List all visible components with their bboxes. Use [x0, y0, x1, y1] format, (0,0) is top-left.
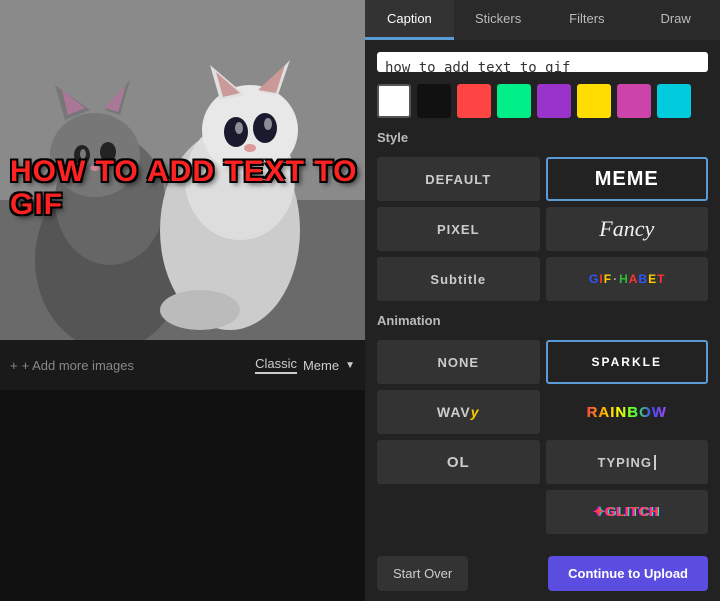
- anim-rainbow-btn[interactable]: RAINBOW: [546, 390, 709, 434]
- tabs-container: Caption Stickers Filters Draw: [365, 0, 720, 40]
- wavy-label: WAVy: [437, 404, 480, 420]
- animation-section-label: Animation: [377, 313, 708, 328]
- anim-ol-btn[interactable]: OL: [377, 440, 540, 484]
- alpha-g: G: [589, 272, 598, 286]
- alpha-h: H: [619, 272, 628, 286]
- anim-wavy-btn[interactable]: WAVy: [377, 390, 540, 434]
- continue-upload-button[interactable]: Continue to Upload: [548, 556, 708, 591]
- alpha-t: T: [657, 272, 664, 286]
- anim-typing-btn[interactable]: TYPING: [546, 440, 709, 484]
- tab-caption[interactable]: Caption: [365, 0, 454, 40]
- style-fancy-btn[interactable]: Fancy: [546, 207, 709, 251]
- color-black[interactable]: [417, 84, 451, 118]
- panel-content: how to add text to gif Style DEFAULT MEM…: [365, 40, 720, 546]
- anim-sparkle-btn[interactable]: SPARKLE: [546, 340, 709, 384]
- gif-preview: HOW TO ADD TEXT TO GIF: [0, 0, 365, 340]
- glitch-label: ✦GLITCH: [594, 504, 660, 520]
- gif-overlay-text: HOW TO ADD TEXT TO GIF: [10, 155, 365, 221]
- start-over-button[interactable]: Start Over: [377, 556, 468, 591]
- style-classic-label[interactable]: Classic: [255, 356, 297, 374]
- style-default-btn[interactable]: DEFAULT: [377, 157, 540, 201]
- alpha-sep: ·: [613, 272, 617, 286]
- alphabet-display: G I F · H A B E T: [589, 272, 664, 286]
- dropdown-arrow-icon[interactable]: ▼: [345, 360, 355, 371]
- color-swatches: [377, 84, 708, 118]
- right-panel: Caption Stickers Filters Draw how to add…: [365, 0, 720, 601]
- color-cyan[interactable]: [657, 84, 691, 118]
- add-more-label: + Add more images: [22, 358, 134, 373]
- style-subtitle-btn[interactable]: Subtitle: [377, 257, 540, 301]
- left-panel: HOW TO ADD TEXT TO GIF + + Add more imag…: [0, 0, 365, 601]
- style-meme-label[interactable]: Meme: [303, 358, 339, 373]
- style-alphabet-btn[interactable]: G I F · H A B E T: [546, 257, 709, 301]
- style-selector[interactable]: Classic Meme ▼: [255, 356, 355, 374]
- color-red[interactable]: [457, 84, 491, 118]
- bottom-bar: + + Add more images Classic Meme ▼: [0, 340, 365, 390]
- alpha-i: I: [599, 272, 602, 286]
- empty-space: [0, 390, 365, 601]
- anim-none-btn[interactable]: NONE: [377, 340, 540, 384]
- color-yellow[interactable]: [577, 84, 611, 118]
- plus-icon: +: [10, 358, 18, 373]
- tab-stickers[interactable]: Stickers: [454, 0, 543, 40]
- color-white[interactable]: [377, 84, 411, 118]
- style-section-label: Style: [377, 130, 708, 145]
- style-meme-btn[interactable]: MEME: [546, 157, 709, 201]
- color-green[interactable]: [497, 84, 531, 118]
- alpha-f: F: [604, 272, 611, 286]
- alpha-b: B: [638, 272, 647, 286]
- animation-grid: NONE SPARKLE WAVy RAINBOW OL TYPING ✦GLI…: [377, 340, 708, 534]
- caption-text-input[interactable]: how to add text to gif: [377, 52, 708, 72]
- alpha-a: A: [629, 272, 638, 286]
- rainbow-label: RAINBOW: [587, 404, 667, 421]
- tab-draw[interactable]: Draw: [631, 0, 720, 40]
- typing-label: TYPING: [598, 455, 656, 470]
- add-more-images[interactable]: + + Add more images: [10, 358, 134, 373]
- tab-filters[interactable]: Filters: [543, 0, 632, 40]
- color-pink[interactable]: [617, 84, 651, 118]
- style-grid: DEFAULT MEME PIXEL Fancy Subtitle G I F …: [377, 157, 708, 301]
- anim-glitch-btn[interactable]: ✦GLITCH: [546, 490, 709, 534]
- style-pixel-btn[interactable]: PIXEL: [377, 207, 540, 251]
- color-purple[interactable]: [537, 84, 571, 118]
- bottom-buttons: Start Over Continue to Upload: [365, 546, 720, 601]
- alpha-e: E: [648, 272, 656, 286]
